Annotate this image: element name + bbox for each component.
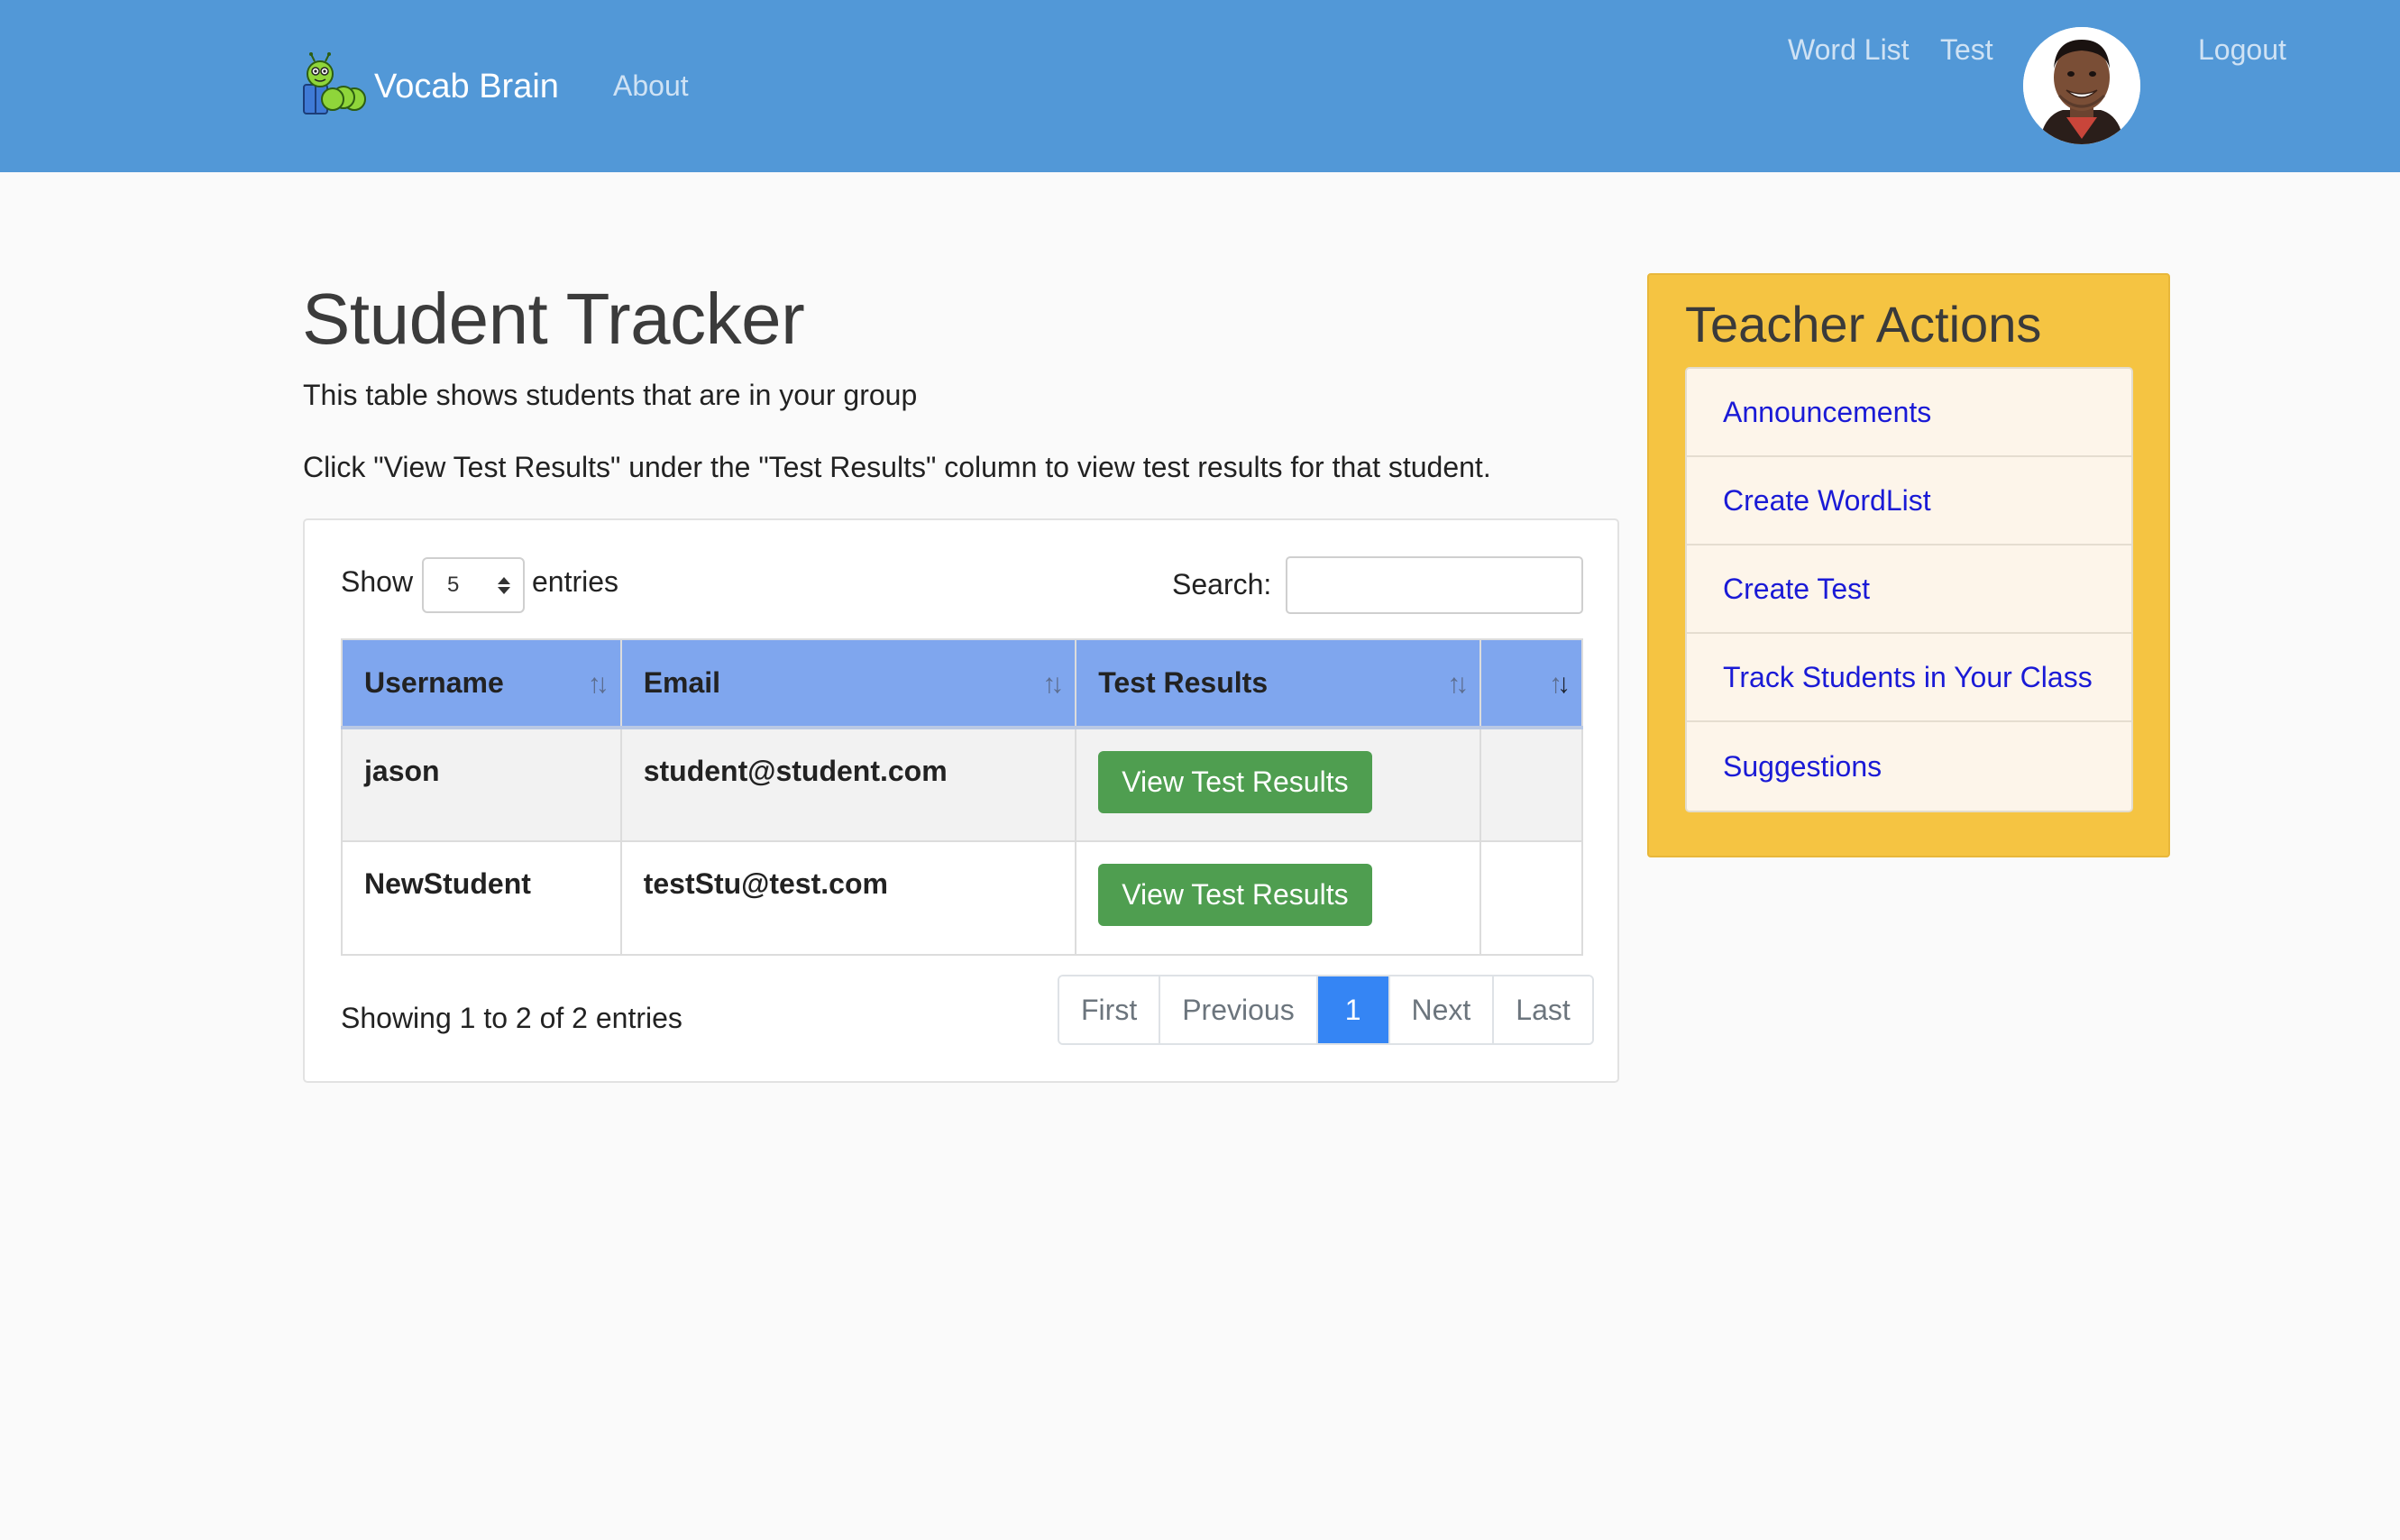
navbar: Vocab Brain About Word List Test Logout xyxy=(0,0,2400,172)
nav-about[interactable]: About xyxy=(613,69,689,103)
teacher-actions-title: Teacher Actions xyxy=(1685,296,2042,353)
column-header-email[interactable]: Email ↑↓ xyxy=(619,638,1077,729)
students-table: Username ↑↓ Email ↑↓ Test Results ↑↓ ↑↓ xyxy=(341,638,1583,956)
nav-test[interactable]: Test xyxy=(1940,33,1993,67)
pagination-first-button[interactable]: First xyxy=(1059,976,1161,1043)
brand-link[interactable]: Vocab Brain xyxy=(302,52,559,121)
caterpillar-logo-icon xyxy=(303,52,366,115)
email-cell: student@student.com xyxy=(619,727,1077,842)
test-results-cell: View Test Results xyxy=(1075,840,1482,956)
sort-arrows-icon: ↑↓ xyxy=(1447,669,1469,699)
brand-name: Vocab Brain xyxy=(374,67,559,105)
column-header-username[interactable]: Username ↑↓ xyxy=(341,638,622,729)
extra-cell xyxy=(1479,840,1583,956)
user-avatar-icon xyxy=(2023,27,2140,144)
instructions-text: Click "View Test Results" under the "Tes… xyxy=(303,451,1491,483)
intro-text: This table shows students that are in yo… xyxy=(303,379,918,411)
column-header-label: Username xyxy=(364,666,504,699)
sort-arrows-icon: ↑↓ xyxy=(587,669,609,699)
pagination-page-1[interactable]: 1 xyxy=(1317,976,1390,1043)
entries-per-page-select[interactable]: 5 xyxy=(422,557,525,613)
search-label: Search: xyxy=(1172,568,1272,600)
pagination-last-button[interactable]: Last xyxy=(1494,976,1592,1043)
action-announcements[interactable]: Announcements xyxy=(1687,369,2131,457)
column-header-label: Test Results xyxy=(1098,666,1269,699)
table-row: jason student@student.com View Test Resu… xyxy=(341,727,1583,842)
extra-cell xyxy=(1479,727,1583,842)
username-cell: jason xyxy=(341,727,622,842)
test-results-cell: View Test Results xyxy=(1075,727,1482,842)
column-header-test-results[interactable]: Test Results ↑↓ xyxy=(1075,638,1482,729)
teacher-actions-list: Announcements Create WordList Create Tes… xyxy=(1685,367,2133,812)
avatar[interactable] xyxy=(2023,27,2140,144)
show-label: Show xyxy=(341,565,414,598)
action-suggestions[interactable]: Suggestions xyxy=(1687,722,2131,811)
table-info-text: Showing 1 to 2 of 2 entries xyxy=(341,1002,682,1034)
nav-word-list[interactable]: Word List xyxy=(1788,33,1910,67)
search-input[interactable] xyxy=(1286,556,1583,614)
table-row: NewStudent testStu@test.com View Test Re… xyxy=(341,840,1583,956)
column-header-label: Email xyxy=(643,666,721,699)
teacher-actions-panel: Teacher Actions Announcements Create Wor… xyxy=(1647,273,2170,857)
view-test-results-button[interactable]: View Test Results xyxy=(1098,864,1372,926)
page-title: Student Tracker xyxy=(302,279,805,359)
entries-per-page-value: 5 xyxy=(447,573,460,597)
sort-descending-icon: ↑↓ xyxy=(1549,669,1571,699)
username-cell: NewStudent xyxy=(341,840,622,956)
entries-label: entries xyxy=(532,565,619,598)
pagination-previous-button[interactable]: Previous xyxy=(1160,976,1318,1043)
select-arrows-icon xyxy=(498,576,510,594)
action-create-test[interactable]: Create Test xyxy=(1687,545,2131,634)
nav-logout[interactable]: Logout xyxy=(2198,33,2286,67)
table-header-row: Username ↑↓ Email ↑↓ Test Results ↑↓ ↑↓ xyxy=(341,638,1583,729)
pagination: First Previous 1 Next Last xyxy=(1058,975,1594,1045)
student-table-card: Show 5 entries Search: Username ↑↓ Email… xyxy=(303,518,1619,1083)
pagination-next-button[interactable]: Next xyxy=(1389,976,1495,1043)
action-create-wordlist[interactable]: Create WordList xyxy=(1687,457,2131,545)
sort-arrows-icon: ↑↓ xyxy=(1042,669,1064,699)
action-track-students[interactable]: Track Students in Your Class xyxy=(1687,634,2131,722)
email-cell: testStu@test.com xyxy=(619,840,1077,956)
view-test-results-button[interactable]: View Test Results xyxy=(1098,751,1372,813)
column-header-extra[interactable]: ↑↓ xyxy=(1479,638,1583,729)
